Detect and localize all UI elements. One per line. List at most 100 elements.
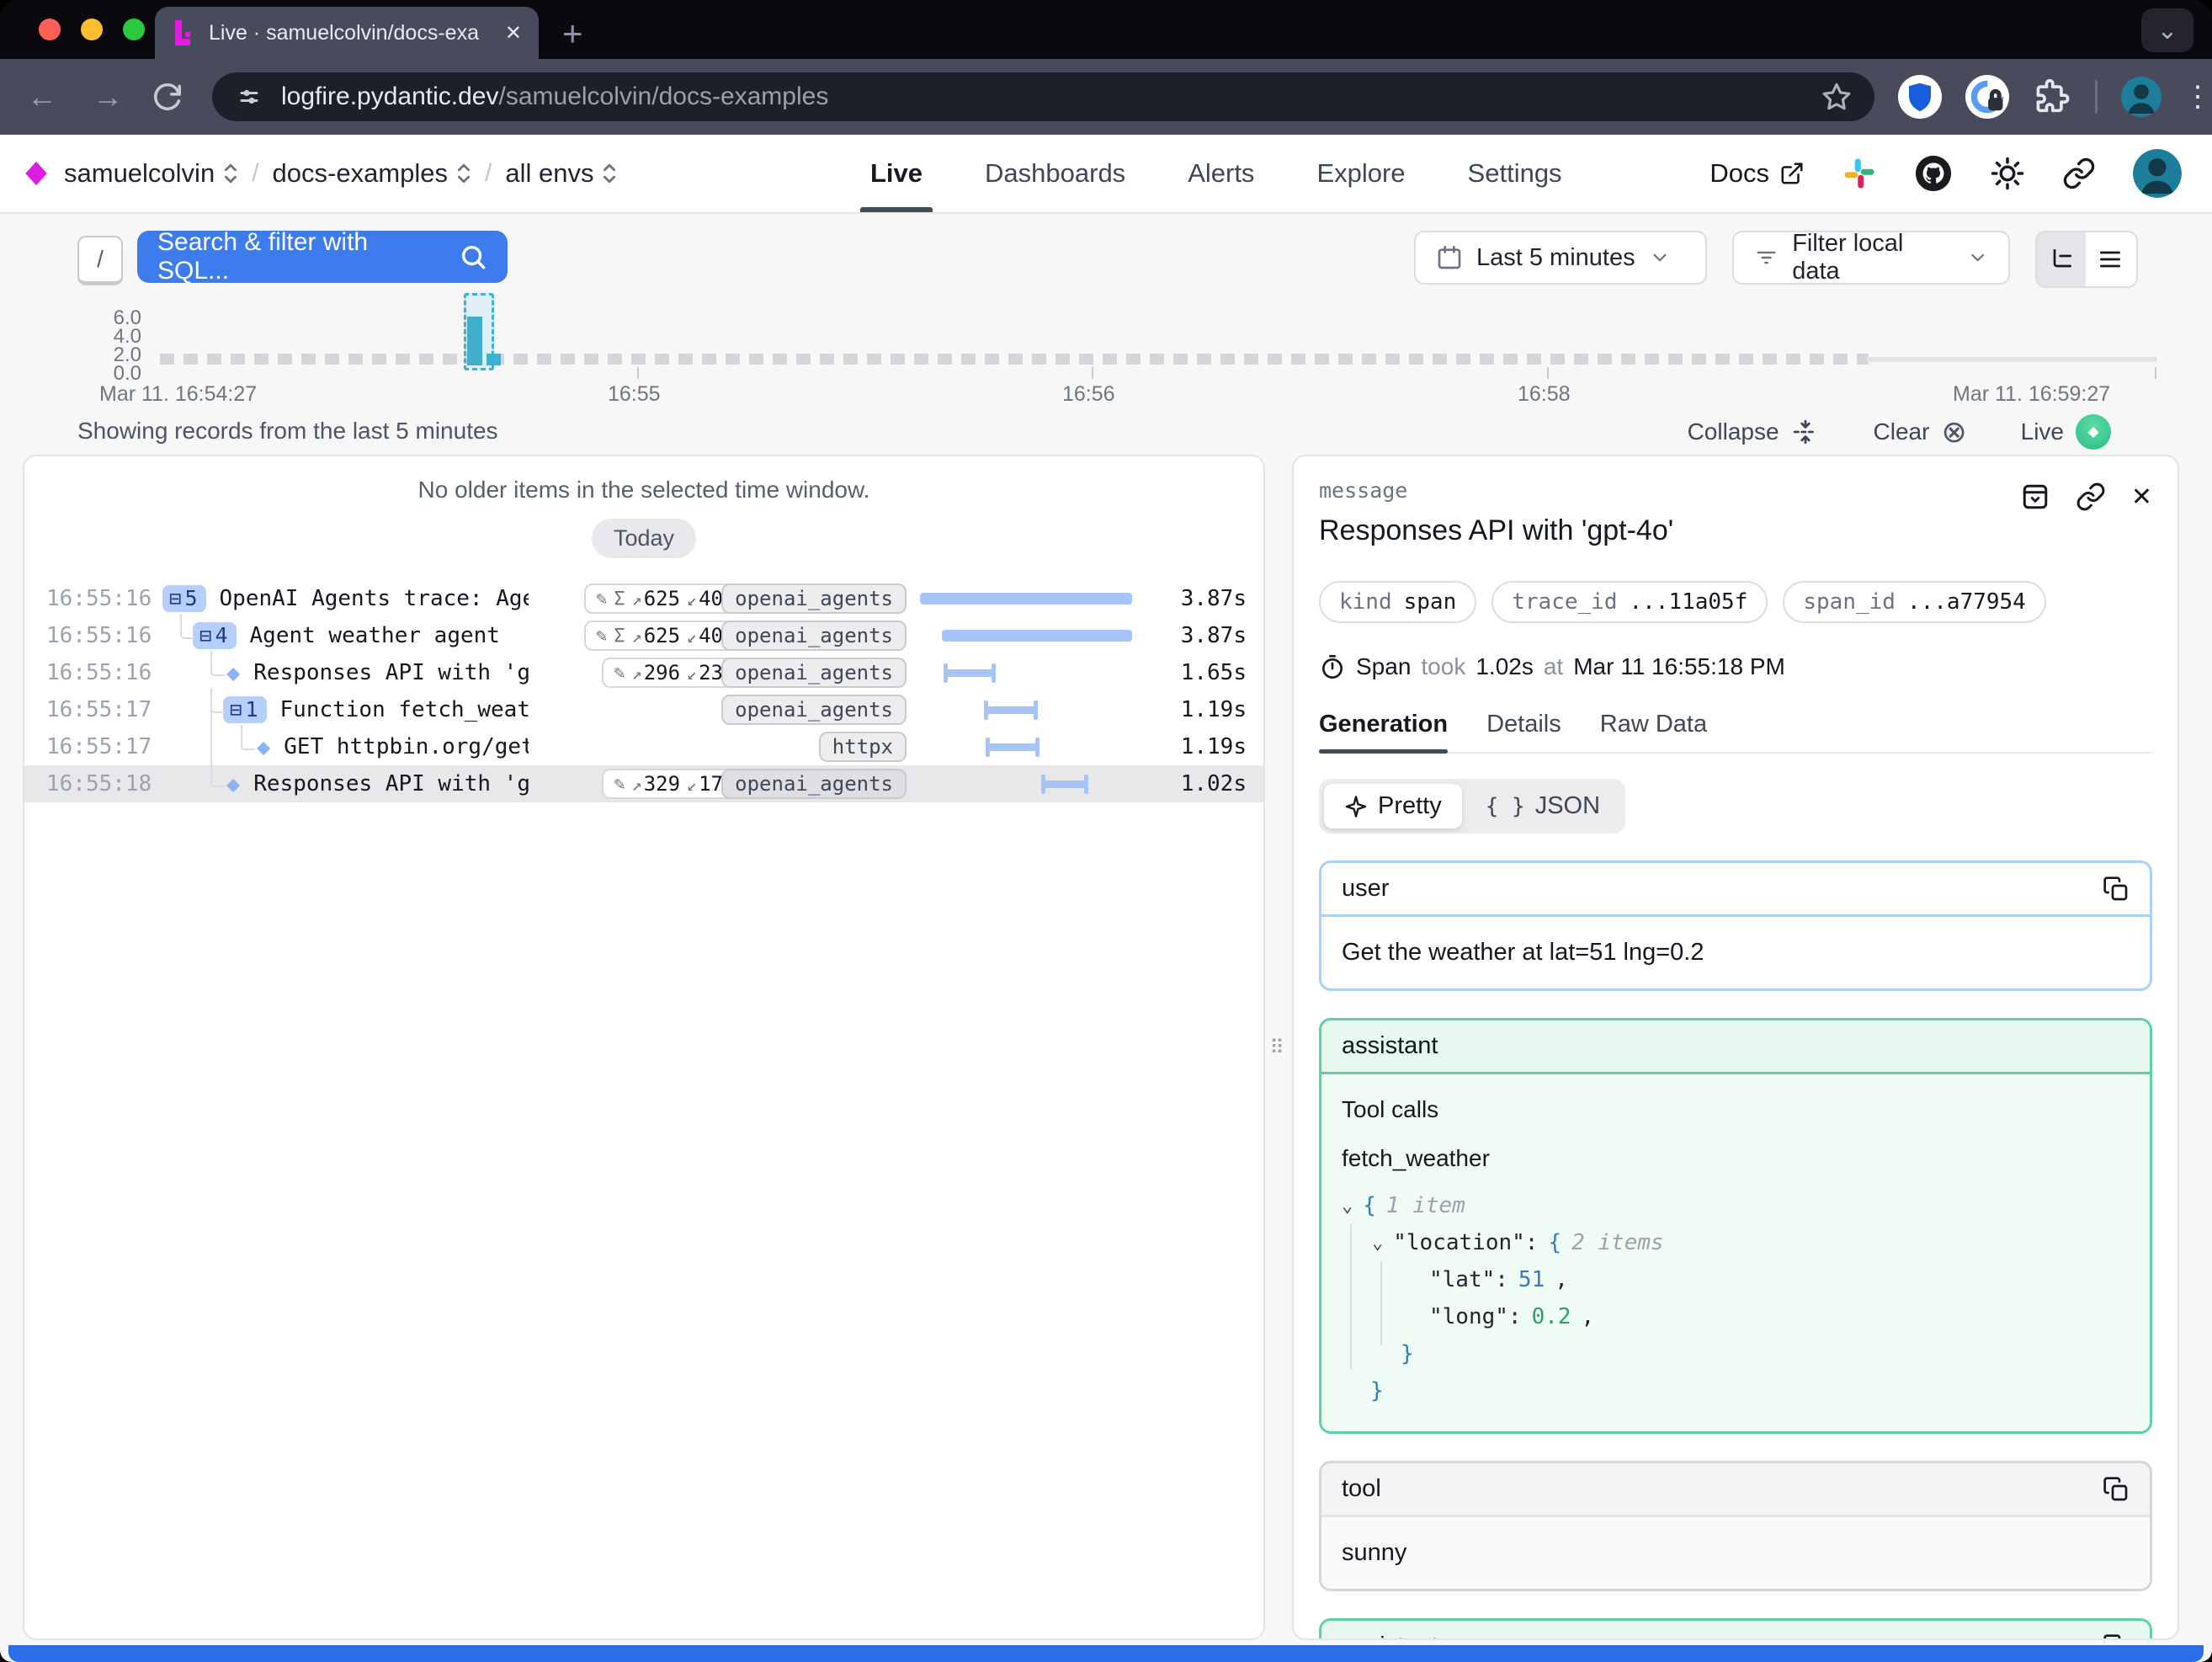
span-id-pill[interactable]: span_id...a77954 xyxy=(1783,581,2045,623)
breadcrumb-separator: / xyxy=(252,159,258,188)
table-row[interactable]: 16:55:16 ◆ Responses API with 'gpt-4o' ✎… xyxy=(24,654,1263,691)
forward-button[interactable]: → xyxy=(93,79,123,115)
logfire-logo-icon xyxy=(172,19,197,47)
toolbar-divider xyxy=(2095,80,2098,114)
main-nav: Live Dashboards Alerts Explore Settings xyxy=(867,135,1566,212)
collapse-chevron-icon[interactable]: ⌄ xyxy=(1372,1233,1383,1254)
privacy-extension-icon[interactable] xyxy=(1965,75,2009,119)
row-duration: 3.87s xyxy=(1162,623,1247,648)
collapse-node-badge[interactable]: ⊟4 xyxy=(193,622,237,649)
kind-pill: kindspan xyxy=(1319,581,1476,623)
token-count-badge: ✎Σ↗625↙40 xyxy=(584,621,735,651)
collapse-node-icon: ⊟ xyxy=(230,698,242,722)
collapse-node-badge[interactable]: ⊟1 xyxy=(223,696,267,723)
list-view-button[interactable] xyxy=(2086,232,2135,286)
browser-tab[interactable]: Live · samuelcolvin/docs-exa ✕ xyxy=(155,7,539,59)
browser-profile-avatar[interactable] xyxy=(2121,77,2161,117)
search-input[interactable]: Search & filter with SQL... xyxy=(137,231,508,283)
table-row[interactable]: 16:55:16 ⊟4 Agent weather agent ✎Σ↗625↙4… xyxy=(24,617,1263,654)
slack-icon[interactable] xyxy=(1842,156,1877,191)
panel-resize-handle[interactable]: ⠿ xyxy=(1267,1042,1285,1054)
breadcrumb-project[interactable]: docs-examples xyxy=(273,158,471,189)
close-tab-icon[interactable]: ✕ xyxy=(505,21,522,45)
today-pill[interactable]: Today xyxy=(592,519,696,558)
tab-explore[interactable]: Explore xyxy=(1313,135,1408,212)
tab-generation[interactable]: Generation xyxy=(1319,711,1448,752)
bookmark-star-icon[interactable] xyxy=(1821,81,1853,113)
x-tick-label: Mar 11. 16:59:27 xyxy=(1953,382,2110,407)
new-tab-button[interactable]: + xyxy=(562,13,583,54)
gantt-bar-cell xyxy=(918,728,1162,765)
copy-icon[interactable] xyxy=(2103,1476,2130,1503)
url-bar[interactable]: logfire.pydantic.dev/samuelcolvin/docs-e… xyxy=(212,72,1874,121)
zoom-window-button[interactable] xyxy=(123,19,145,40)
collapse-button[interactable]: Collapse xyxy=(1688,418,1820,446)
url-text: logfire.pydantic.dev/samuelcolvin/docs-e… xyxy=(281,83,1804,111)
table-row[interactable]: 16:55:17 ◆ GET httpbin.org/get ? lat='51… xyxy=(24,728,1263,765)
copy-icon[interactable] xyxy=(2103,876,2130,903)
timeline-selection[interactable] xyxy=(464,293,494,370)
github-icon[interactable] xyxy=(1914,154,1953,193)
copy-icon[interactable] xyxy=(2103,1633,2130,1641)
table-row[interactable]: 16:55:17 ⊟1 Function fetch_weather opena… xyxy=(24,691,1263,728)
clear-button[interactable]: Clear⊗ xyxy=(1874,414,1967,450)
filter-icon xyxy=(1754,245,1779,270)
traffic-lights[interactable] xyxy=(39,19,145,40)
breadcrumb-env[interactable]: all envs xyxy=(505,158,617,189)
site-settings-icon[interactable] xyxy=(234,82,264,112)
breadcrumb-org[interactable]: samuelcolvin xyxy=(64,158,238,189)
tab-alerts[interactable]: Alerts xyxy=(1184,135,1258,212)
sum-icon: Σ xyxy=(614,589,625,610)
docs-link[interactable]: Docs xyxy=(1710,158,1805,189)
extensions-puzzle-icon[interactable] xyxy=(2033,78,2070,115)
collapse-chevron-icon[interactable]: ⌄ xyxy=(1342,1196,1353,1217)
collapse-node-badge[interactable]: ⊟5 xyxy=(162,585,206,612)
tree-view-button[interactable] xyxy=(2037,232,2086,286)
share-link-icon[interactable] xyxy=(2062,157,2096,190)
tab-dashboards[interactable]: Dashboards xyxy=(981,135,1129,212)
live-toggle[interactable]: Live◆ xyxy=(2021,414,2111,450)
trace-id-pill[interactable]: trace_id...11a05f xyxy=(1492,581,1768,623)
row-timestamp: 16:55:18 xyxy=(46,771,162,796)
tree-view-icon xyxy=(2048,246,2075,273)
search-icon xyxy=(459,242,487,271)
tokens-icon: ✎ xyxy=(614,663,625,684)
span-diamond-icon: ◆ xyxy=(226,660,240,686)
user-avatar[interactable] xyxy=(2133,149,2182,198)
activity-timeline[interactable]: 6.0 4.0 2.0 0.0 Mar 11. 16:54:27 16:55 1… xyxy=(0,295,2212,404)
table-row-selected[interactable]: 16:55:18 ◆ Responses API with 'gpt-4o' ✎… xyxy=(24,765,1263,802)
reload-button[interactable] xyxy=(123,81,183,113)
tab-live[interactable]: Live xyxy=(867,135,926,212)
tab-details[interactable]: Details xyxy=(1486,711,1561,752)
message-text: Get the weather at lat=51 lng=0.2 xyxy=(1321,917,2150,988)
tab-search-button[interactable]: ⌄ xyxy=(2141,8,2193,52)
tab-settings[interactable]: Settings xyxy=(1465,135,1566,212)
pretty-toggle-button[interactable]: Pretty xyxy=(1324,784,1462,828)
save-view-icon[interactable] xyxy=(2020,482,2050,512)
timeline-baseline-end xyxy=(1867,357,2157,362)
theme-sun-icon[interactable] xyxy=(1990,156,2025,191)
input-tokens-icon: ↗ xyxy=(632,589,642,610)
browser-menu-icon[interactable]: ⋮ xyxy=(2183,80,2212,114)
message-card-assistant: assistant The weather at latitude 51 and… xyxy=(1319,1618,2152,1640)
row-duration: 1.65s xyxy=(1162,660,1247,685)
table-row[interactable]: 16:55:16 ⊟5 OpenAI Agents trace: Agent w… xyxy=(24,580,1263,617)
sum-icon: Σ xyxy=(614,626,625,647)
output-tokens-icon: ↙ xyxy=(687,626,697,647)
live-indicator-icon: ◆ xyxy=(2076,414,2111,450)
duration-bar xyxy=(986,706,1036,714)
close-window-button[interactable] xyxy=(39,19,61,40)
back-button[interactable]: ← xyxy=(27,79,57,115)
copy-link-icon[interactable] xyxy=(2076,482,2106,512)
breadcrumb-separator: / xyxy=(485,159,492,188)
time-range-dropdown[interactable]: Last 5 minutes xyxy=(1414,231,1707,285)
message-text: sunny xyxy=(1321,1517,2150,1589)
filter-local-data-dropdown[interactable]: Filter local data xyxy=(1732,231,2010,285)
bitwarden-extension-icon[interactable] xyxy=(1898,75,1942,119)
close-panel-icon[interactable]: ✕ xyxy=(2131,482,2152,512)
tab-raw-data[interactable]: Raw Data xyxy=(1600,711,1707,752)
duration-bar xyxy=(987,743,1038,751)
json-toggle-button[interactable]: { } JSON xyxy=(1465,784,1620,828)
minimize-window-button[interactable] xyxy=(81,19,103,40)
scope-tag: openai_agents xyxy=(721,621,907,651)
